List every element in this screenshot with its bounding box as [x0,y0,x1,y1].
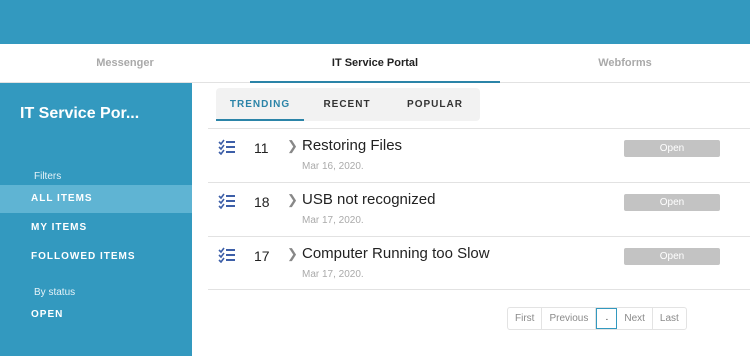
chevron-right-icon[interactable]: ❯ [287,246,298,262]
ticket-date: Mar 17, 2020. [302,269,364,280]
status-heading: By status [34,287,76,298]
ticket-date: Mar 17, 2020. [302,215,364,226]
ticket-number: 18 [254,194,270,210]
checklist-icon [218,247,235,263]
ticket-title[interactable]: Computer Running too Slow [302,245,490,262]
ticket-row[interactable]: 17 ❯ Computer Running too Slow Mar 17, 2… [208,236,750,290]
sidebar-item-my-items[interactable]: MY ITEMS [0,214,192,242]
ticket-row[interactable]: 11 ❯ Restoring Files Mar 16, 2020. Open [208,128,750,182]
pager-last-button[interactable]: Last [653,308,686,329]
app-tab-bar: Messenger IT Service Portal Webforms [0,44,750,83]
sidebar: IT Service Por... Filters ALL ITEMS MY I… [0,83,192,356]
tab-messenger[interactable]: Messenger [0,44,250,82]
checklist-icon [218,193,235,209]
ticket-row[interactable]: 18 ❯ USB not recognized Mar 17, 2020. Op… [208,182,750,236]
top-header-bar [0,0,750,44]
sidebar-item-open[interactable]: OPEN [0,301,192,329]
ticket-number: 17 [254,248,270,264]
status-badge: Open [624,248,720,265]
ticket-title[interactable]: USB not recognized [302,191,435,208]
ticket-list: 11 ❯ Restoring Files Mar 16, 2020. Open … [208,128,750,290]
tab-webforms[interactable]: Webforms [500,44,750,82]
pagination: First Previous · Next Last [507,307,687,330]
chevron-right-icon[interactable]: ❯ [287,138,298,154]
chevron-right-icon[interactable]: ❯ [287,192,298,208]
pager-first-button[interactable]: First [508,308,543,329]
pager-previous-button[interactable]: Previous [542,308,597,329]
status-badge: Open [624,194,720,211]
pager-current-page[interactable]: · [596,308,618,329]
tab-trending[interactable]: TRENDING [216,88,304,121]
ticket-title[interactable]: Restoring Files [302,137,402,154]
view-tab-bar: TRENDING RECENT POPULAR [216,88,480,121]
tab-popular[interactable]: POPULAR [390,88,480,121]
sidebar-item-followed-items[interactable]: FOLLOWED ITEMS [0,243,192,271]
sidebar-item-all-items[interactable]: ALL ITEMS [0,185,192,213]
filters-heading: Filters [34,171,62,182]
ticket-number: 11 [254,140,269,156]
pager-next-button[interactable]: Next [617,308,653,329]
tab-recent[interactable]: RECENT [304,88,390,121]
status-badge: Open [624,140,720,157]
ticket-date: Mar 16, 2020. [302,161,364,172]
sidebar-title: IT Service Por... [20,105,140,122]
tab-it-service-portal[interactable]: IT Service Portal [250,44,500,83]
checklist-icon [218,139,235,155]
